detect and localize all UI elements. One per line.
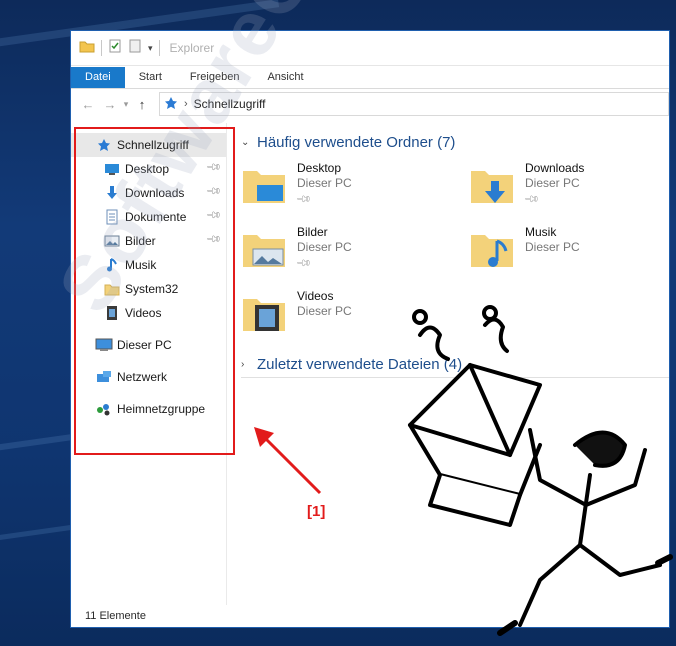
folder-tile-downloads[interactable]: Downloads Dieser PC 📌︎ [469, 161, 669, 221]
forward-arrow-icon[interactable]: → [99, 97, 121, 112]
separator [101, 40, 102, 56]
folder-tile-pictures[interactable]: Bilder Dieser PC 📌︎ [241, 225, 469, 285]
group-title: Häufig verwendete Ordner (7) [257, 133, 456, 151]
folder-location: Dieser PC [525, 176, 580, 190]
folder-location: Dieser PC [525, 240, 580, 254]
title-bar: ▾ Explorer [71, 31, 669, 66]
folder-name: Musik [525, 225, 557, 239]
videos-folder-icon [241, 289, 291, 339]
properties-icon[interactable] [108, 39, 122, 58]
folder-name: Downloads [525, 161, 585, 175]
collapse-chevron-icon[interactable]: ⌄ [241, 137, 253, 148]
new-folder-icon[interactable] [128, 39, 142, 58]
folder-location: Dieser PC [297, 176, 352, 190]
folder-icon [79, 39, 95, 58]
folder-location: Dieser PC [297, 304, 352, 318]
annotation-arrow [254, 427, 322, 495]
expand-chevron-icon[interactable]: › [241, 359, 253, 370]
folder-name: Videos [297, 289, 334, 303]
pin-icon: 📌︎ [294, 191, 312, 208]
pictures-folder-icon [241, 225, 291, 275]
downloads-folder-icon [469, 161, 519, 211]
separator [158, 40, 160, 56]
music-folder-icon [469, 225, 519, 275]
frequent-folders-header[interactable]: ⌄ Häufig verwendete Ordner (7) [241, 129, 669, 155]
folder-tile-desktop[interactable]: Desktop Dieser PC 📌︎ [241, 161, 469, 221]
tab-datei[interactable]: Datei [71, 67, 125, 88]
folder-location: Dieser PC [297, 240, 352, 254]
desktop-folder-icon [241, 161, 291, 211]
folder-name: Desktop [297, 161, 342, 175]
item-count: 11 Elemente [85, 610, 146, 622]
pin-icon: 📌︎ [294, 255, 312, 272]
customize-toolbar-chevron-icon[interactable]: ▾ [148, 43, 153, 54]
cartoon-figure-illustration [408, 305, 673, 636]
annotation-label: [1] [307, 503, 326, 520]
back-arrow-icon[interactable]: ← [77, 97, 99, 112]
folder-name: Bilder [297, 225, 328, 239]
folder-tile-music[interactable]: Musik Dieser PC [469, 225, 669, 285]
recent-locations-chevron-icon[interactable]: ▾ [121, 99, 131, 110]
pin-icon: 📌︎ [522, 191, 540, 208]
